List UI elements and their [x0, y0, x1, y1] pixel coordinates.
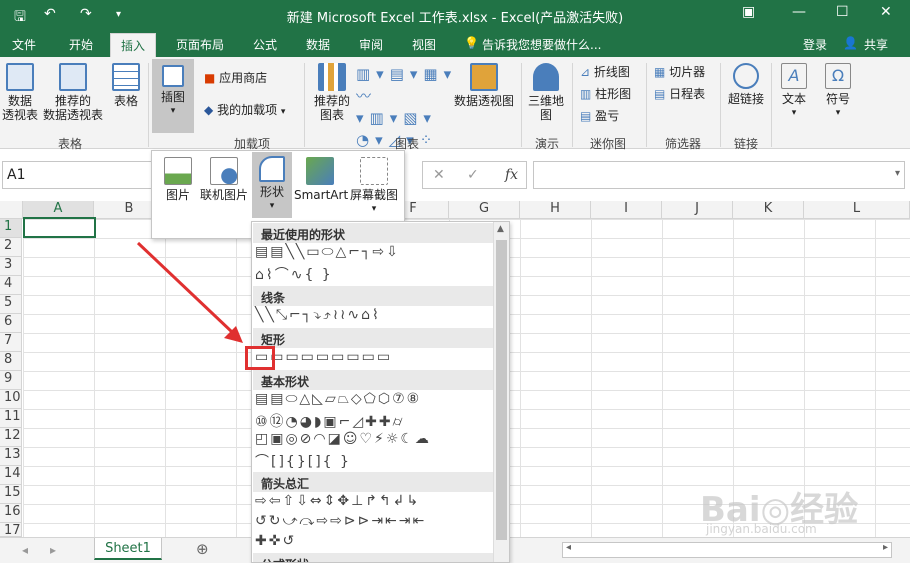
arrow-line	[136, 241, 234, 334]
annotation-arrow	[136, 241, 243, 343]
